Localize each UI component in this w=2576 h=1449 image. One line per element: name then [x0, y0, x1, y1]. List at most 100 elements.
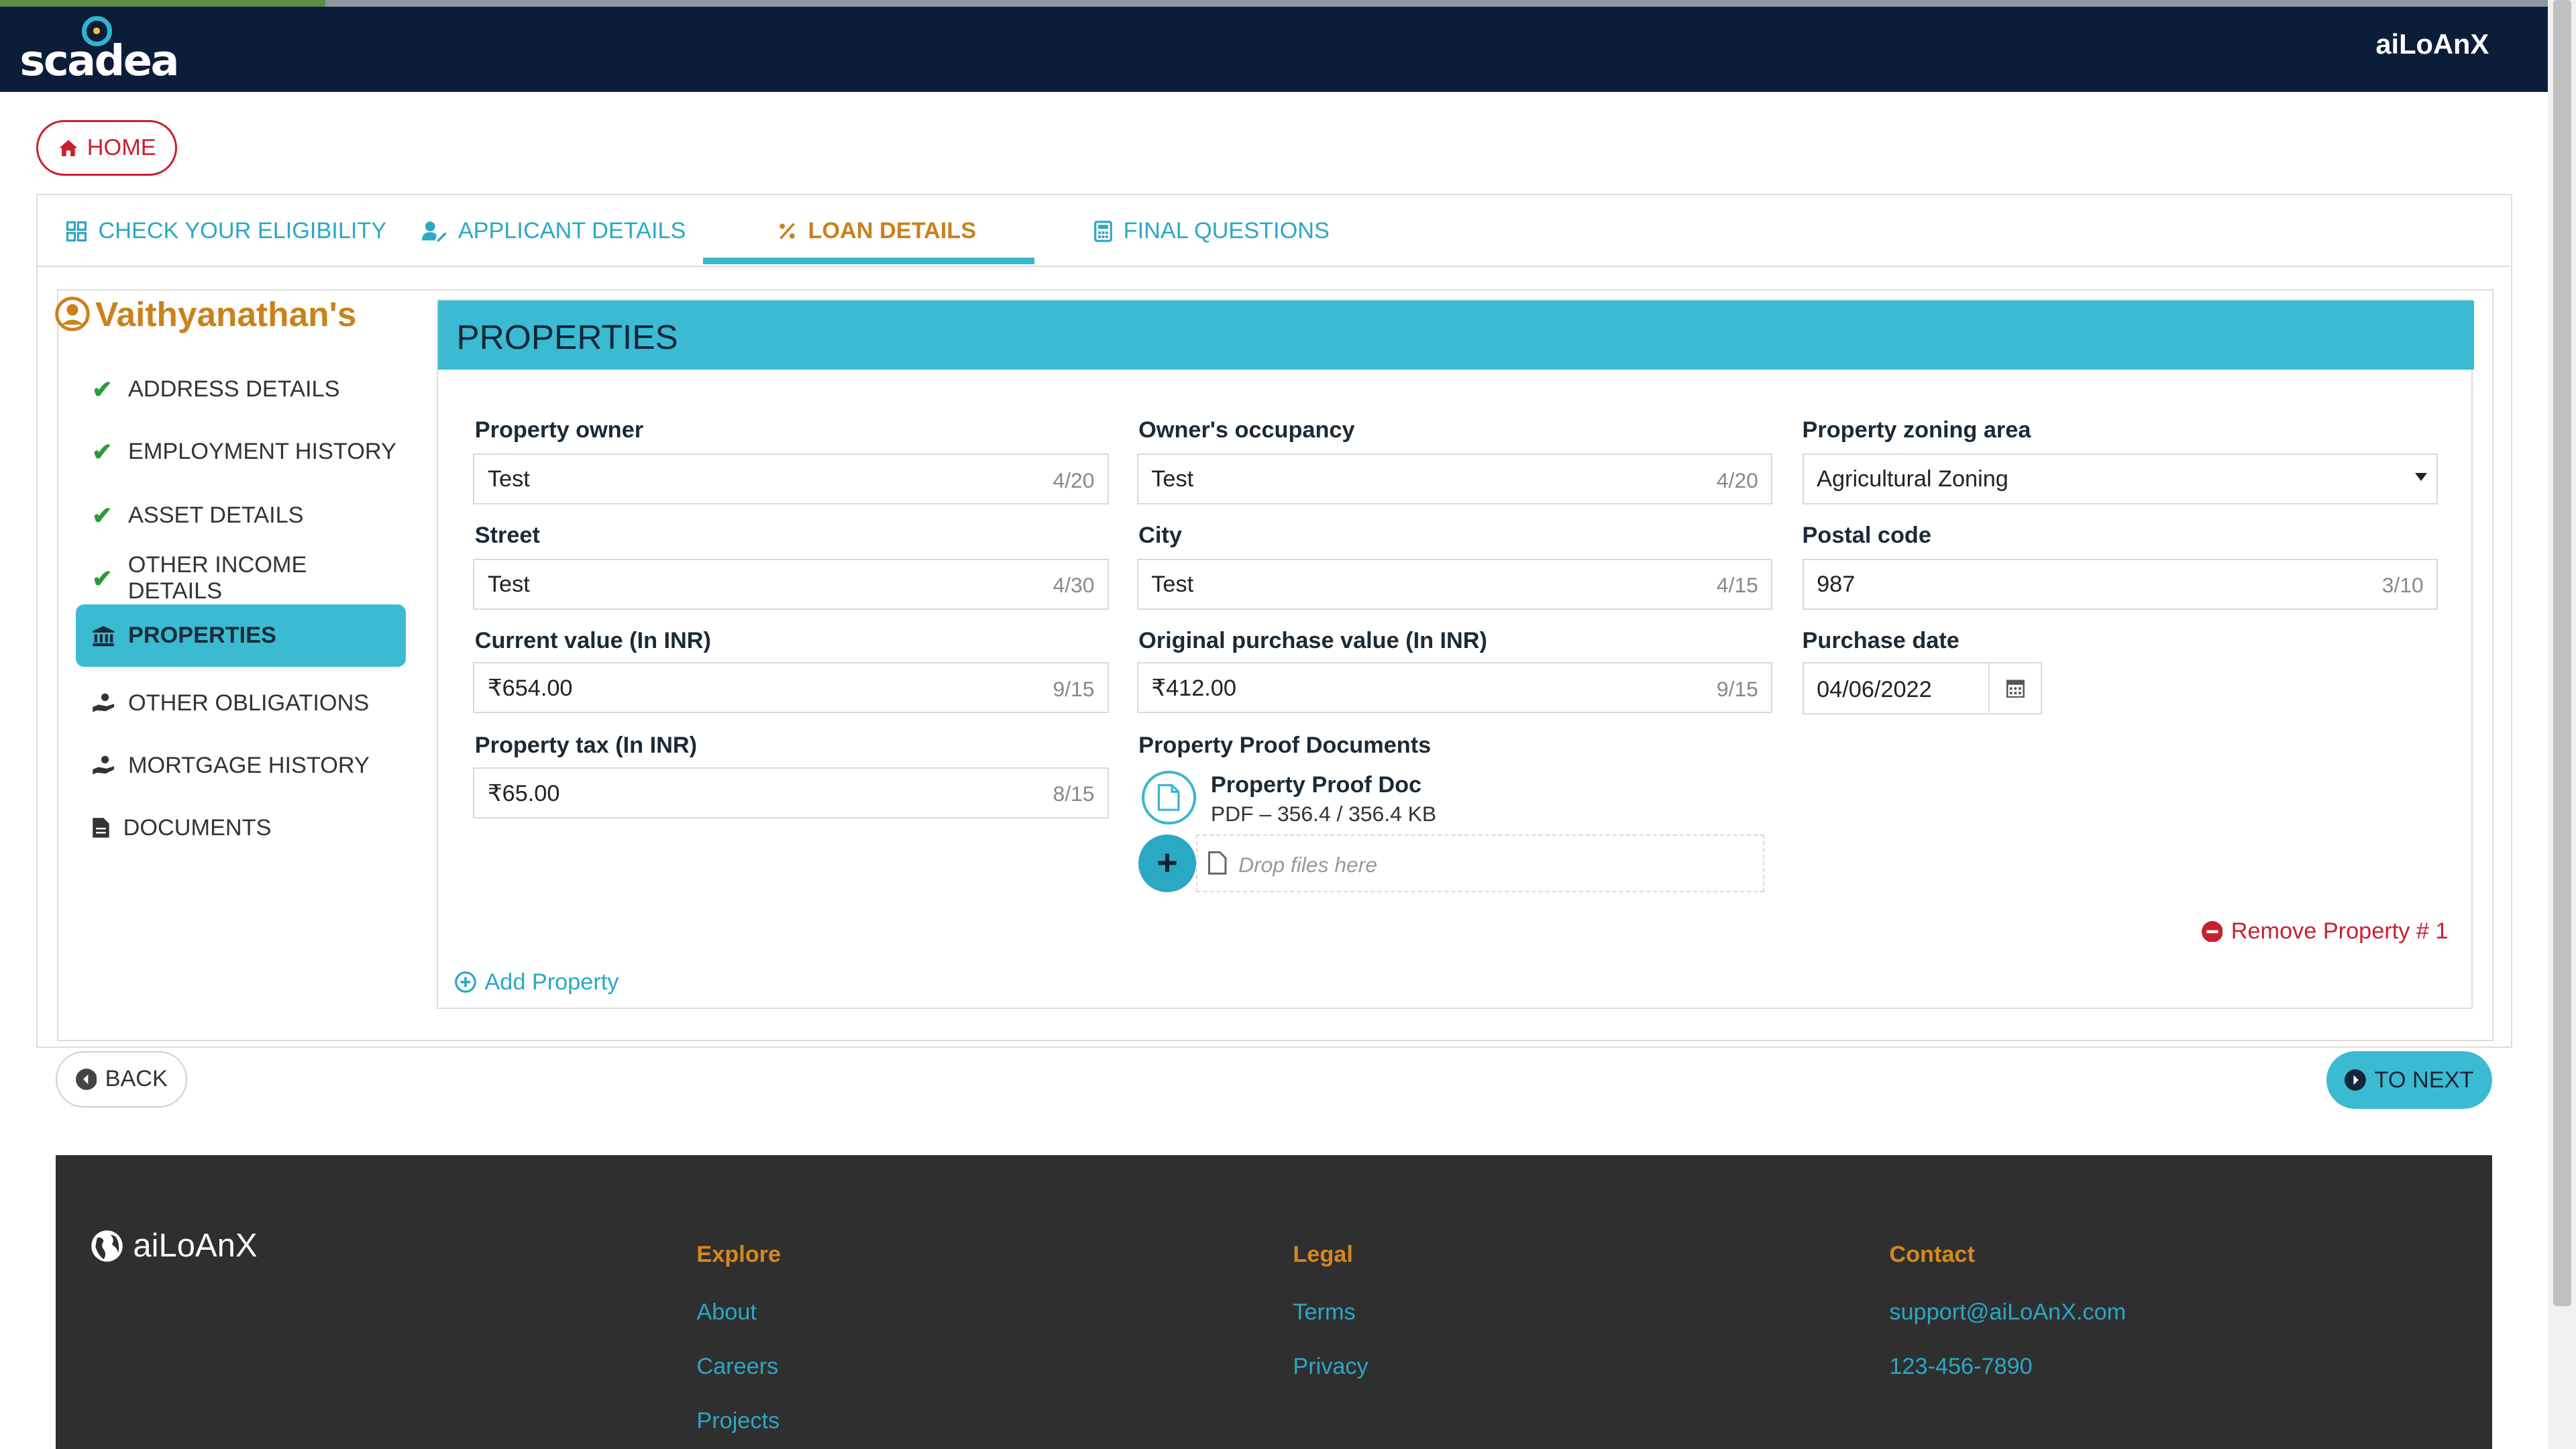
applicant-name: Vaithyanathan's — [54, 294, 356, 334]
footer-brand: aiLoAnX — [91, 1227, 258, 1265]
original-value-input[interactable]: ₹412.00 9/15 — [1136, 661, 1773, 713]
file-dropzone[interactable]: Drop files here — [1195, 835, 1765, 892]
char-counter: 4/20 — [1716, 468, 1758, 492]
footer-link-privacy[interactable]: Privacy — [1293, 1354, 1368, 1380]
scrollbar-thumb[interactable] — [2553, 0, 2571, 1306]
sidebar-item-label: MORTGAGE HISTORY — [127, 752, 370, 778]
calendar-button[interactable] — [1988, 663, 2041, 713]
owners-occupancy-label: Owner's occupancy — [1138, 417, 1355, 443]
footer-link-terms[interactable]: Terms — [1293, 1299, 1355, 1326]
char-counter: 4/20 — [1053, 468, 1095, 492]
user-edit-icon — [421, 221, 447, 242]
char-counter: 9/15 — [1053, 676, 1095, 701]
sidebar-item-other-obligations[interactable]: OTHER OBLIGATIONS — [76, 672, 406, 735]
globe-icon — [91, 1230, 123, 1262]
user-circle-icon — [55, 297, 90, 332]
sidebar-item-label: PROPERTIES — [127, 623, 276, 649]
plus-circle-icon — [455, 971, 477, 994]
footer-contact-phone[interactable]: 123-456-7890 — [1889, 1354, 2032, 1380]
field-value: Test — [1151, 571, 1194, 597]
properties-panel: PROPERTIES — [437, 299, 2474, 1009]
footer-heading-explore: Explore — [696, 1242, 782, 1268]
purchase-date-input[interactable]: 04/06/2022 — [1802, 661, 2043, 715]
sidebar-item-label: EMPLOYMENT HISTORY — [127, 438, 396, 464]
home-button[interactable]: HOME — [36, 119, 178, 176]
sidebar-item-address-details[interactable]: ✔ ADDRESS DETAILS — [76, 358, 406, 421]
back-button[interactable]: BACK — [56, 1051, 188, 1108]
app-name: aiLoAnX — [2375, 28, 2489, 60]
field-value: ₹654.00 — [487, 676, 573, 702]
sidebar-item-documents[interactable]: DOCUMENTS — [76, 797, 406, 859]
zoning-area-select[interactable]: Agricultural Zoning — [1802, 453, 2438, 504]
property-owner-input[interactable]: Test 4/20 — [473, 453, 1110, 504]
tab-label: FINAL QUESTIONS — [1123, 218, 1330, 244]
home-icon — [59, 140, 78, 156]
tab-label: CHECK YOUR ELIGIBILITY — [98, 218, 387, 244]
purchase-date-label: Purchase date — [1802, 627, 1960, 653]
panel-title: PROPERTIES — [456, 317, 678, 357]
sidebar-item-asset-details[interactable]: ✔ ASSET DETAILS — [76, 484, 406, 547]
footer-link-careers[interactable]: Careers — [696, 1354, 778, 1380]
uploaded-file-meta: PDF – 356.4 / 356.4 KB — [1210, 802, 1437, 826]
zoning-area-label: Property zoning area — [1802, 417, 2031, 443]
add-property-label: Add Property — [484, 969, 619, 995]
check-icon: ✔ — [92, 375, 113, 403]
to-next-button[interactable]: TO NEXT — [2326, 1051, 2493, 1110]
active-tab-indicator — [702, 258, 1035, 264]
check-icon: ✔ — [92, 502, 113, 530]
remove-property-button[interactable]: Remove Property # 1 — [2201, 918, 2449, 945]
uploaded-file-badge[interactable] — [1142, 770, 1196, 825]
property-tax-input[interactable]: ₹65.00 8/15 — [473, 767, 1110, 818]
sidebar-item-other-income[interactable]: ✔ OTHER INCOME DETAILS — [76, 547, 406, 610]
selected-value: Agricultural Zoning — [1817, 466, 2008, 492]
check-icon: ✔ — [92, 437, 113, 466]
scadea-logo[interactable]: scadea — [19, 13, 179, 86]
file-icon — [93, 818, 109, 838]
sidebar-item-properties[interactable]: PROPERTIES — [75, 604, 406, 667]
char-counter: 3/10 — [2381, 573, 2424, 598]
hand-coin-icon — [93, 756, 115, 775]
page-scrollbar[interactable] — [2548, 0, 2576, 1449]
footer-brand-text: aiLoAnX — [133, 1228, 258, 1265]
tab-label: APPLICANT DETAILS — [458, 218, 686, 244]
char-counter: 4/15 — [1716, 573, 1758, 598]
add-property-button[interactable]: Add Property — [455, 969, 619, 996]
arrow-right-circle-icon — [2345, 1069, 2367, 1091]
field-value: ₹65.00 — [487, 780, 560, 806]
tab-check-eligibility[interactable]: CHECK YOUR ELIGIBILITY — [66, 218, 387, 244]
postal-code-input[interactable]: 987 3/10 — [1802, 558, 2438, 610]
tab-label: LOAN DETAILS — [808, 218, 977, 244]
property-tax-label: Property tax (In INR) — [474, 733, 698, 759]
city-input[interactable]: Test 4/15 — [1136, 558, 1773, 610]
sidebar-item-mortgage-history[interactable]: MORTGAGE HISTORY — [76, 735, 406, 797]
sidebar-item-employment-history[interactable]: ✔ EMPLOYMENT HISTORY — [76, 421, 406, 483]
char-counter: 4/30 — [1053, 573, 1095, 598]
current-value-label: Current value (In INR) — [474, 627, 711, 653]
field-value: 987 — [1817, 571, 1856, 597]
step-tabs: CHECK YOUR ELIGIBILITY APPLICANT DETAILS… — [37, 195, 2510, 268]
footer-contact-email[interactable]: support@aiLoAnX.com — [1889, 1299, 2126, 1326]
sidebar-item-label: OTHER INCOME DETAILS — [127, 552, 307, 604]
footer-link-projects[interactable]: Projects — [696, 1408, 780, 1434]
owners-occupancy-input[interactable]: Test 4/20 — [1136, 453, 1773, 504]
home-label: HOME — [87, 134, 156, 160]
panel-header: PROPERTIES — [438, 300, 2474, 370]
tab-loan-details[interactable]: LOAN DETAILS — [778, 218, 976, 244]
add-file-button[interactable]: + — [1138, 835, 1196, 892]
tab-final-questions[interactable]: FINAL QUESTIONS — [1093, 218, 1330, 244]
field-value: Test — [487, 571, 530, 597]
sidebar-item-label: DOCUMENTS — [123, 814, 272, 841]
logo-text: scadea — [19, 36, 179, 86]
calendar-icon — [2006, 680, 2025, 698]
field-value: 04/06/2022 — [1817, 676, 1932, 702]
footer-link-about[interactable]: About — [696, 1299, 757, 1326]
street-input[interactable]: Test 4/30 — [473, 558, 1110, 610]
sidebar-item-label: ADDRESS DETAILS — [127, 376, 340, 402]
street-label: Street — [474, 522, 540, 548]
dropzone-placeholder: Drop files here — [1238, 852, 1378, 877]
current-value-input[interactable]: ₹654.00 9/15 — [473, 661, 1110, 713]
proof-documents-label: Property Proof Documents — [1138, 733, 1432, 759]
field-value: ₹412.00 — [1151, 676, 1236, 702]
arrow-left-circle-icon — [75, 1069, 97, 1090]
tab-applicant-details[interactable]: APPLICANT DETAILS — [421, 218, 686, 244]
